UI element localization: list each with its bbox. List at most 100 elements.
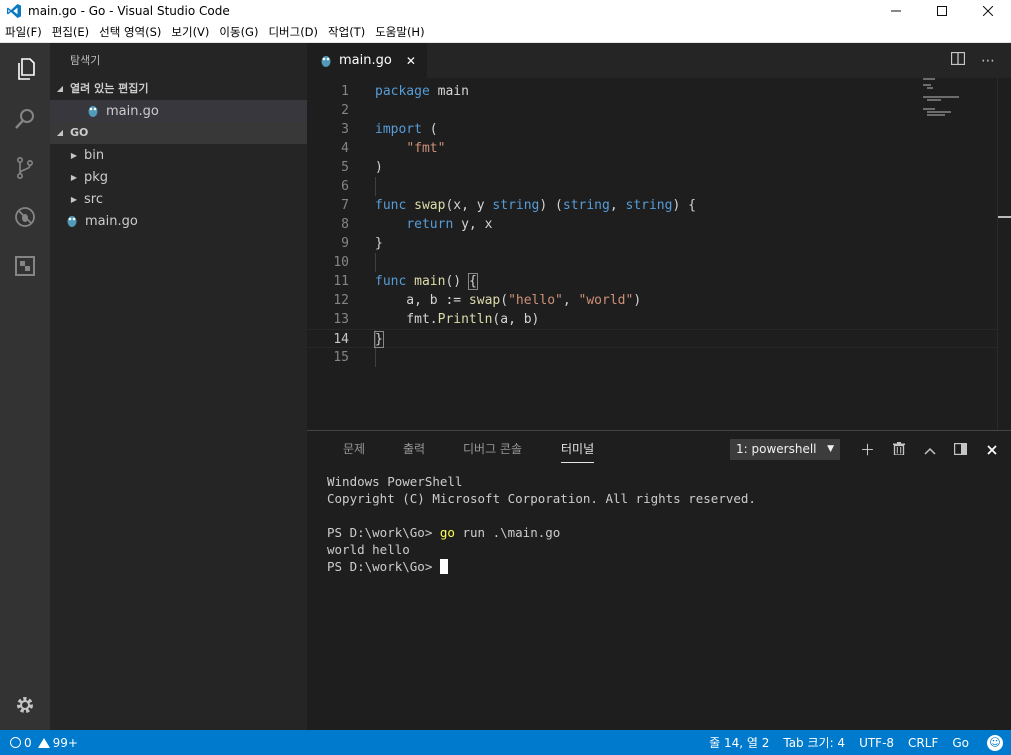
line-text: return y, x bbox=[406, 217, 493, 232]
code-line: 7 func swap(x, y string) (string, string)… bbox=[307, 196, 997, 215]
collapsed-chevron-icon: ▶ bbox=[70, 194, 78, 204]
panel-actions: ＋ bbox=[852, 438, 1007, 462]
search-icon[interactable] bbox=[0, 95, 50, 143]
terminal-cursor bbox=[439, 559, 448, 574]
tab-close-icon[interactable]: ✕ bbox=[406, 54, 416, 68]
dropdown-caret-icon: ▼ bbox=[827, 444, 834, 454]
status-right-items: 줄 14, 열 2 Tab 크기: 4 UTF-8 CRLF Go ☺ bbox=[709, 730, 1003, 755]
line-text: "fmt" bbox=[406, 141, 446, 156]
status-bar: 0 99+ 줄 14, 열 2 Tab 크기: 4 UTF-8 CRLF Go … bbox=[0, 730, 1011, 755]
encoding[interactable]: UTF-8 bbox=[859, 736, 894, 750]
close-window-button[interactable] bbox=[965, 0, 1011, 22]
tab-output[interactable]: 출력 bbox=[403, 440, 425, 457]
toggle-panel-position-icon[interactable] bbox=[945, 438, 976, 462]
line-number: 5 bbox=[341, 160, 349, 175]
close-panel-icon[interactable] bbox=[976, 438, 1007, 462]
tree-item-label: main.go bbox=[85, 213, 138, 229]
menu-help[interactable]: 도움말(H) bbox=[370, 24, 429, 40]
terminal-select-dropdown[interactable]: 1: powershell ▼ bbox=[730, 439, 840, 460]
collapsed-chevron-icon: ▶ bbox=[70, 172, 78, 182]
code-line-current: 14} bbox=[307, 329, 997, 348]
line-text: } bbox=[375, 236, 383, 251]
code-line: 1 package main bbox=[307, 82, 997, 101]
maximize-button[interactable] bbox=[919, 0, 965, 22]
line-number: 4 bbox=[341, 141, 349, 156]
terminal-command-args: run .\main.go bbox=[454, 525, 561, 540]
terminal-program-output: world hello bbox=[327, 542, 410, 557]
tree-item-bin[interactable]: ▶ bin bbox=[50, 144, 307, 166]
folder-go-header[interactable]: ◢ GO bbox=[50, 122, 307, 144]
line-number: 15 bbox=[333, 350, 349, 365]
terminal-prompt-line: PS D:\work\Go> bbox=[327, 558, 756, 575]
menu-edit[interactable]: 편집(E) bbox=[47, 24, 94, 40]
terminal-line: Copyright (C) Microsoft Corporation. All… bbox=[327, 491, 756, 506]
code-line: 11 func main() { bbox=[307, 272, 997, 291]
source-control-icon[interactable] bbox=[0, 144, 50, 192]
code-line: 10 bbox=[307, 253, 997, 272]
line-number: 9 bbox=[341, 236, 349, 251]
line-text: ) bbox=[375, 160, 383, 175]
collapsed-chevron-icon: ▶ bbox=[70, 150, 78, 160]
new-terminal-plus-icon[interactable]: ＋ bbox=[852, 438, 883, 462]
line-number: 2 bbox=[341, 103, 349, 118]
code-editor[interactable]: 1 package main 2 3 import ( 4 "fmt" 5) 6 7… bbox=[307, 78, 997, 430]
menu-selection[interactable]: 선택 영역(S) bbox=[94, 24, 166, 40]
tab-size[interactable]: Tab 크기: 4 bbox=[783, 734, 845, 751]
tab-terminal[interactable]: 터미널 bbox=[561, 440, 595, 463]
split-editor-icon[interactable] bbox=[943, 51, 973, 69]
cursor-position[interactable]: 줄 14, 열 2 bbox=[709, 734, 769, 751]
code-line: 6 bbox=[307, 177, 997, 196]
activity-bar bbox=[0, 43, 50, 730]
title-bar: main.go - Go - Visual Studio Code bbox=[0, 0, 1011, 22]
line-text: a, b := swap("hello", "world") bbox=[375, 293, 642, 308]
explorer-icon[interactable] bbox=[0, 45, 50, 93]
line-number: 10 bbox=[333, 255, 349, 270]
line-number: 12 bbox=[333, 293, 349, 308]
language-mode[interactable]: Go bbox=[952, 736, 969, 750]
code-line: 5) bbox=[307, 158, 997, 177]
kill-terminal-trash-icon[interactable] bbox=[883, 438, 914, 462]
feedback-smiley-icon[interactable]: ☺ bbox=[987, 734, 1003, 751]
line-text: } bbox=[374, 331, 384, 348]
status-problems[interactable]: 0 99+ bbox=[10, 730, 78, 755]
tree-item-pkg[interactable]: ▶ pkg bbox=[50, 166, 307, 188]
menu-go[interactable]: 이동(G) bbox=[214, 24, 263, 40]
menu-tasks[interactable]: 작업(T) bbox=[323, 24, 370, 40]
menu-debug[interactable]: 디버그(D) bbox=[263, 24, 323, 40]
sidebar-title: 탐색기 bbox=[70, 54, 101, 67]
tab-label: main.go bbox=[339, 53, 392, 68]
tab-problems[interactable]: 문제 bbox=[343, 440, 365, 457]
settings-gear-icon[interactable] bbox=[0, 681, 50, 729]
go-gopher-icon bbox=[321, 55, 331, 67]
tree-item-label: src bbox=[84, 191, 103, 207]
menu-view[interactable]: 보기(V) bbox=[166, 24, 214, 40]
tree-item-main-go[interactable]: main.go bbox=[50, 210, 307, 232]
window-title: main.go - Go - Visual Studio Code bbox=[28, 4, 230, 18]
minimize-button[interactable] bbox=[873, 0, 919, 22]
warning-count: 99+ bbox=[52, 735, 78, 750]
terminal-line: Windows PowerShell bbox=[327, 474, 463, 489]
minimap[interactable] bbox=[919, 78, 997, 138]
warning-icon bbox=[37, 737, 50, 748]
code-line: 15 bbox=[307, 348, 997, 367]
error-count: 0 bbox=[24, 735, 32, 750]
open-editors-header[interactable]: ◢ 열려 있는 편집기 bbox=[50, 78, 307, 100]
terminal-command-line: PS D:\work\Go> go run .\main.go bbox=[327, 524, 756, 541]
maximize-panel-chevron-up-icon[interactable] bbox=[914, 438, 945, 462]
menu-file[interactable]: 파일(F) bbox=[0, 24, 47, 40]
go-gopher-icon bbox=[88, 106, 98, 117]
debug-icon[interactable] bbox=[0, 193, 50, 241]
tab-debug-console[interactable]: 디버그 콘솔 bbox=[463, 440, 522, 457]
editor-actions: ⋯ bbox=[943, 43, 1003, 78]
extensions-icon[interactable] bbox=[0, 242, 50, 290]
open-editor-item-main-go[interactable]: main.go bbox=[50, 100, 307, 122]
more-actions-icon[interactable]: ⋯ bbox=[973, 53, 1003, 69]
code-line: 9} bbox=[307, 234, 997, 253]
tab-main-go[interactable]: main.go ✕ bbox=[307, 43, 427, 78]
code-line: 8 return y, x bbox=[307, 215, 997, 234]
vertical-scrollbar[interactable] bbox=[997, 78, 1011, 430]
terminal-output[interactable]: Windows PowerShell Copyright (C) Microso… bbox=[327, 473, 756, 575]
line-ending[interactable]: CRLF bbox=[908, 736, 938, 750]
tree-item-src[interactable]: ▶ src bbox=[50, 188, 307, 210]
expanded-triangle-icon: ◢ bbox=[56, 128, 64, 137]
